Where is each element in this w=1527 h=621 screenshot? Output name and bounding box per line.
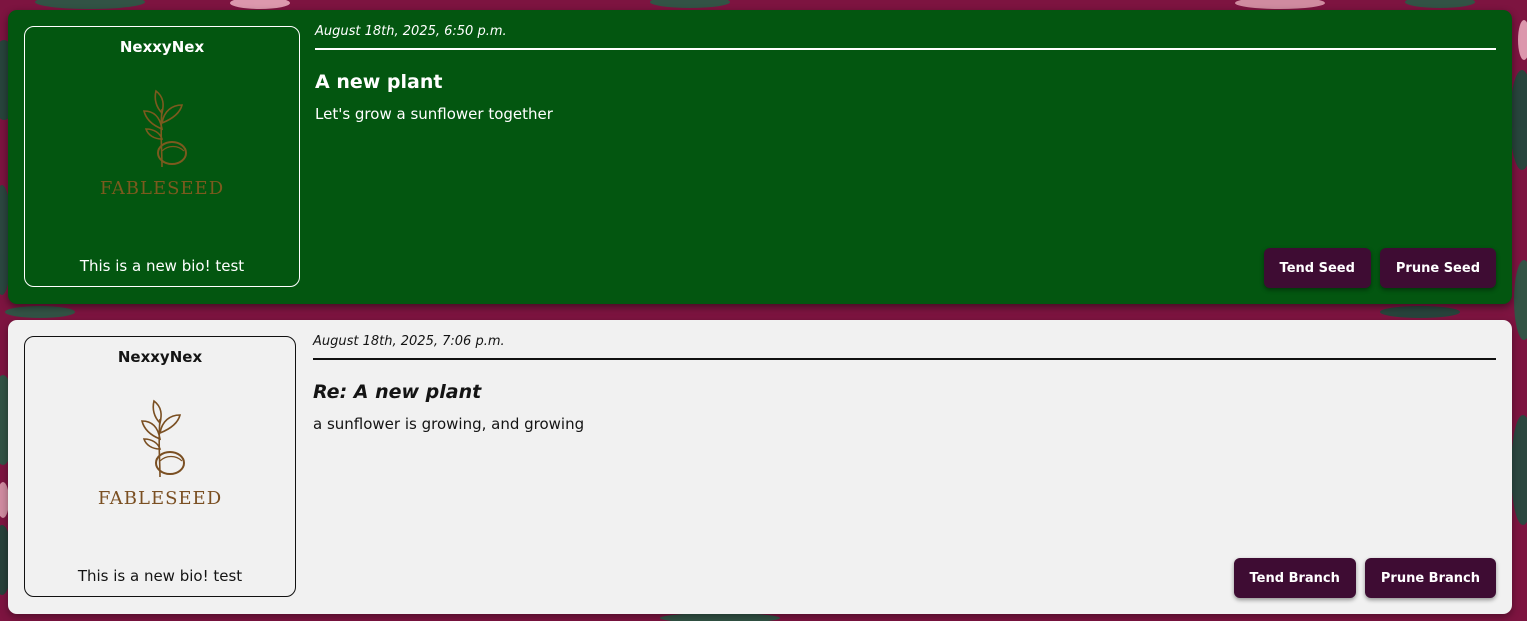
author-bio: This is a new bio! test bbox=[77, 567, 243, 585]
seed-post-card: NexxyNex FABLESEED This is a new bio! te… bbox=[8, 10, 1512, 304]
reply-timestamp: August 18th, 2025, 7:06 p.m. bbox=[313, 334, 1496, 360]
author-profile-card[interactable]: NexxyNex FABLESEED This is a new bio! te… bbox=[24, 26, 300, 287]
fableseed-logo: FABLESEED bbox=[90, 399, 230, 519]
author-username[interactable]: NexxyNex bbox=[25, 348, 295, 366]
post-body: Let's grow a sunflower together bbox=[315, 105, 553, 123]
post-timestamp: August 18th, 2025, 6:50 p.m. bbox=[315, 24, 1496, 50]
logo-wordmark: FABLESEED bbox=[97, 488, 223, 509]
logo-wordmark: FABLESEED bbox=[99, 178, 225, 199]
post-content: August 18th, 2025, 6:50 p.m. A new plant… bbox=[315, 24, 1496, 288]
prune-seed-button[interactable]: Prune Seed bbox=[1379, 248, 1496, 288]
tend-branch-button[interactable]: Tend Branch bbox=[1233, 558, 1356, 598]
author-bio: This is a new bio! test bbox=[79, 257, 245, 275]
reply-title: Re: A new plant bbox=[313, 381, 482, 403]
seed-sprout-icon bbox=[142, 89, 187, 168]
author-username[interactable]: NexxyNex bbox=[25, 38, 299, 56]
post-title: A new plant bbox=[315, 71, 443, 93]
branch-reply-card: NexxyNex FABLESEED This is a new bio! te… bbox=[8, 320, 1512, 614]
reply-body: a sunflower is growing, and growing bbox=[313, 415, 585, 433]
reply-content: August 18th, 2025, 7:06 p.m. Re: A new p… bbox=[313, 334, 1496, 598]
post-actions: Tend Seed Prune Seed bbox=[1263, 248, 1496, 288]
tend-seed-button[interactable]: Tend Seed bbox=[1263, 248, 1371, 288]
seed-sprout-icon bbox=[140, 399, 185, 478]
author-profile-card[interactable]: NexxyNex FABLESEED This is a new bio! te… bbox=[24, 336, 296, 597]
fableseed-logo: FABLESEED bbox=[92, 89, 232, 209]
reply-actions: Tend Branch Prune Branch bbox=[1233, 558, 1496, 598]
prune-branch-button[interactable]: Prune Branch bbox=[1364, 558, 1496, 598]
